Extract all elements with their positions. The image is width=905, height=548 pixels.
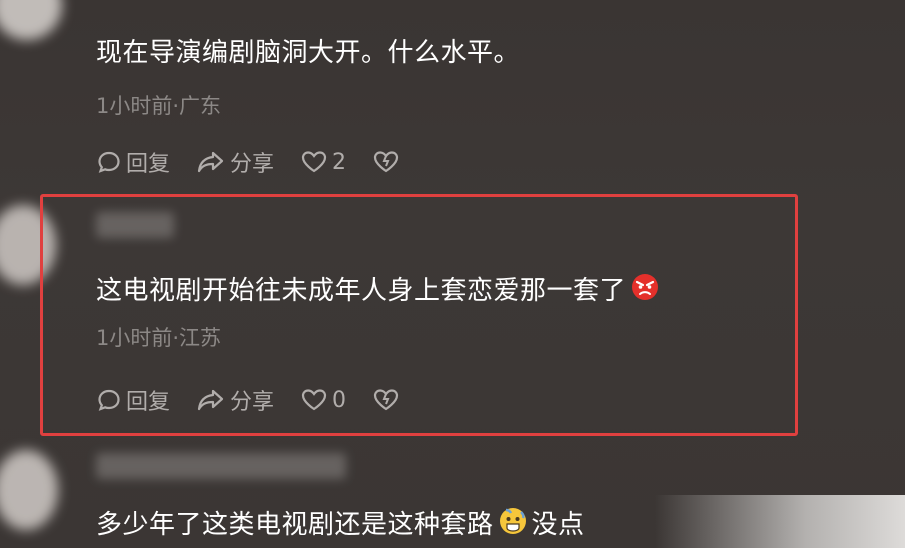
reply-label: 回复 xyxy=(126,152,171,177)
anxious-sweat-face-icon xyxy=(498,506,528,545)
like-button[interactable]: 2 xyxy=(300,149,346,175)
username-redacted xyxy=(96,453,346,479)
fade-overlay xyxy=(655,495,905,548)
heart-icon xyxy=(301,151,327,173)
broken-heart-icon xyxy=(373,151,399,173)
like-count: 2 xyxy=(332,149,347,175)
reply-button[interactable]: 回复 xyxy=(96,146,170,178)
reply-icon xyxy=(98,151,120,173)
comment-text-trailing: 没点 xyxy=(531,510,585,540)
highlight-frame xyxy=(40,194,798,436)
comment-text-content: 多少年了这类电视剧还是这种套路 xyxy=(96,510,494,540)
share-icon xyxy=(197,151,224,173)
share-button[interactable]: 分享 xyxy=(196,146,274,178)
avatar[interactable] xyxy=(0,450,58,530)
comment-text: 多少年了这类电视剧还是这种套路 没点 xyxy=(96,506,585,545)
avatar[interactable] xyxy=(0,0,62,40)
comment-meta: 1小时前·广东 xyxy=(96,94,222,118)
dislike-button[interactable] xyxy=(372,149,404,175)
comment-text: 现在导演编剧脑洞大开。什么水平。 xyxy=(96,38,521,68)
share-label: 分享 xyxy=(230,152,275,177)
comment-actions: 回复 分享 2 xyxy=(96,146,430,178)
